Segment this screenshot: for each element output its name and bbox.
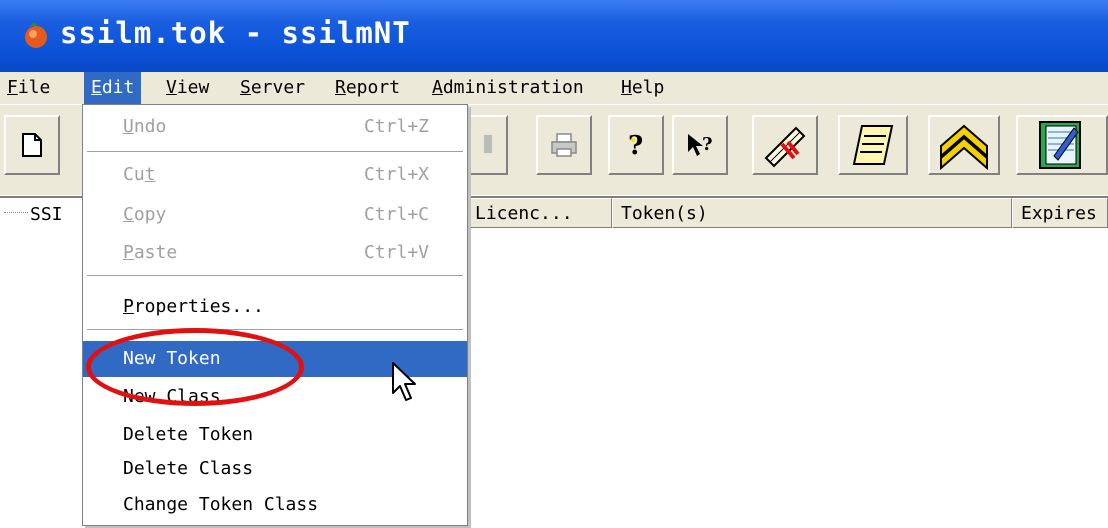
license-scroll-button[interactable] <box>838 115 908 175</box>
window-title: ssilm.tok - ssilmNT <box>60 16 411 50</box>
help-button[interactable]: ? <box>608 115 664 175</box>
print-button[interactable] <box>536 115 592 175</box>
copy-shortcut: Ctrl+C <box>363 204 429 225</box>
new-document-icon <box>22 133 42 157</box>
annotation-highlight-ellipse <box>86 328 304 406</box>
app-icon <box>25 22 47 48</box>
column-header-tokens[interactable]: Token(s) <box>612 198 1012 228</box>
menu-item-delete-class[interactable]: Delete Class <box>83 451 467 487</box>
column-header-licence[interactable]: Licenc... <box>466 198 612 228</box>
menu-edit[interactable]: Edit <box>84 72 142 104</box>
svg-text:?: ? <box>702 134 713 155</box>
menu-separator <box>87 275 463 277</box>
token-scroll-button[interactable] <box>752 115 818 175</box>
svg-text:?: ? <box>628 131 643 160</box>
menu-file[interactable]: File <box>0 72 57 104</box>
paste-shortcut: Ctrl+V <box>363 242 429 263</box>
mouse-cursor-icon <box>392 362 416 401</box>
menu-help[interactable]: Help <box>614 72 671 104</box>
notebook-edit-button[interactable] <box>1016 115 1108 175</box>
menu-item-properties[interactable]: Properties... <box>83 289 467 325</box>
menu-view[interactable]: View <box>159 72 216 104</box>
menu-item-cut[interactable]: Cut Ctrl+X <box>83 157 467 193</box>
menu-item-undo[interactable]: Undo Ctrl+Z <box>83 109 467 145</box>
chevron-rank-icon <box>940 124 988 170</box>
title-bar[interactable]: ssilm.tok - ssilmNT <box>0 0 1108 72</box>
menu-item-change-token-class[interactable]: Change Token Class <box>83 487 467 523</box>
license-scroll-icon <box>852 125 894 165</box>
menu-item-copy[interactable]: Copy Ctrl+C <box>83 197 467 233</box>
cut-shortcut: Ctrl+X <box>363 164 429 185</box>
menu-administration[interactable]: Administration <box>425 72 591 104</box>
tree-root-label[interactable]: SSI <box>30 204 63 225</box>
print-icon <box>551 133 577 157</box>
edit-dropdown-menu: Undo Ctrl+Z Cut Ctrl+X Copy Ctrl+C Paste… <box>82 104 468 526</box>
context-help-icon: ? <box>688 134 713 156</box>
help-icon: ? <box>628 131 643 160</box>
undo-shortcut: Ctrl+Z <box>363 116 429 137</box>
new-document-button[interactable] <box>4 115 60 175</box>
chevron-rank-button[interactable] <box>928 115 1000 175</box>
menu-item-paste[interactable]: Paste Ctrl+V <box>83 235 467 271</box>
notebook-edit-icon <box>1039 121 1081 169</box>
tree-connector <box>4 212 28 213</box>
menu-bar: File Edit View Server Report Administrat… <box>0 72 1108 104</box>
context-help-button[interactable]: ? <box>672 115 728 175</box>
menu-separator <box>87 329 463 331</box>
column-header-expires[interactable]: Expires <box>1012 198 1108 228</box>
menu-server[interactable]: Server <box>233 72 312 104</box>
properties-icon <box>484 135 492 153</box>
menu-report[interactable]: Report <box>328 72 407 104</box>
menu-separator <box>87 151 463 153</box>
token-scroll-icon <box>764 126 806 168</box>
menu-item-delete-token[interactable]: Delete Token <box>83 417 467 453</box>
